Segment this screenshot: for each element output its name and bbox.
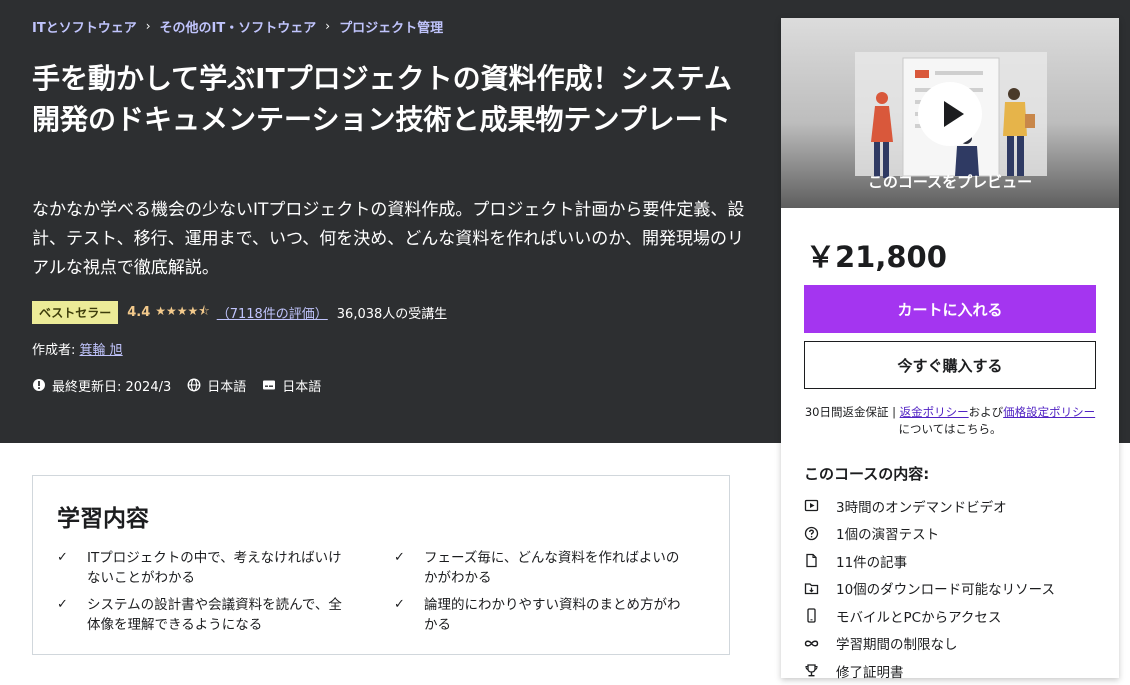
file-icon — [806, 554, 817, 568]
chevron-right-icon: › — [325, 19, 331, 33]
learn-item: ✓ システムの設計書や会議資料を読んで、全体像を理解できるようになる — [57, 595, 347, 635]
caption-language-text: 日本語 — [282, 379, 322, 395]
download-folder-icon — [804, 583, 819, 594]
learn-item-text: フェーズ毎に、どんな資料を作ればよいのかがわかる — [424, 550, 680, 586]
add-to-cart-button[interactable]: カートに入れる — [804, 285, 1096, 333]
course-preview[interactable]: このコースをプレビュー — [781, 18, 1119, 208]
video-icon — [804, 500, 819, 512]
learn-item-text: システムの設計書や会議資料を読んで、全体像を理解できるようになる — [87, 597, 342, 633]
learn-title: 学習内容 — [57, 506, 149, 532]
includes-title: このコースの内容: — [804, 465, 930, 483]
creator-line: 作成者: 箕輪 旭 — [32, 339, 123, 358]
list-item: モバイルとPCからアクセス — [804, 602, 1055, 630]
breadcrumb-item-other-it-software[interactable]: その他のIT・ソフトウェア — [160, 17, 317, 36]
what-you-will-learn: 学習内容 ✓ ITプロジェクトの中で、考えなければいけないことがわかる ✓ フェ… — [32, 475, 730, 655]
list-item: 1個の演習テスト — [804, 520, 1055, 548]
learn-item: ✓ ITプロジェクトの中で、考えなければいけないことがわかる — [57, 548, 347, 588]
rating-count-link[interactable]: （7118件の評価） — [217, 303, 328, 322]
play-icon — [944, 101, 964, 127]
list-item: 11件の記事 — [804, 547, 1055, 575]
and-text: および — [968, 405, 1004, 419]
creator-label: 作成者: — [32, 343, 80, 358]
list-item: 10個のダウンロード可能なリソース — [804, 575, 1055, 603]
include-label: 修了証明書 — [836, 664, 904, 681]
course-title: 手を動かして学ぶITプロジェクトの資料作成！システム開発のドキュメンテーション技… — [32, 62, 732, 136]
breadcrumb-item-project-management[interactable]: プロジェクト管理 — [339, 17, 443, 36]
list-item: 修了証明書 — [804, 657, 1055, 685]
student-count: 36,038人の受講生 — [336, 306, 448, 322]
creator-link[interactable]: 箕輪 旭 — [80, 343, 123, 358]
play-button[interactable] — [918, 82, 982, 146]
infinity-icon — [804, 640, 819, 647]
preview-label: このコースをプレビュー — [867, 173, 1033, 191]
check-icon: ✓ — [394, 550, 405, 565]
last-updated: 最終更新日: 2024/3 — [32, 376, 171, 395]
pricing-policy-link[interactable]: 価格設定ポリシー — [1003, 405, 1095, 419]
mobile-icon — [807, 608, 816, 623]
language: 日本語 — [187, 376, 246, 395]
learn-item-text: 論理的にわかりやすい資料のまとめ方がわかる — [424, 597, 681, 633]
bestseller-badge: ベストセラー — [32, 300, 119, 324]
money-back-guarantee: 30日間返金保証 | 返金ポリシーおよび価格設定ポリシーについてはこちら。 — [801, 404, 1099, 438]
course-price: ￥21,800 — [806, 240, 947, 274]
rating-row: ベストセラー 4.4 ★★★★⯪ （7118件の評価） 36,038人の受講生 — [32, 300, 448, 324]
includes-list: 3時間のオンデマンドビデオ 1個の演習テスト 11件の記事 10個のダウンロード… — [804, 492, 1055, 685]
course-meta: 最終更新日: 2024/3 日本語 日本語 — [32, 375, 337, 395]
buy-now-button[interactable]: 今すぐ購入する — [804, 341, 1096, 389]
trophy-icon — [805, 664, 818, 677]
purchase-sidebar: このコースをプレビュー ￥21,800 カートに入れる 今すぐ購入する 30日間… — [781, 18, 1119, 681]
about-text: についてはこちら。 — [898, 422, 1002, 436]
star-rating-icon: ★★★★⯪ — [155, 303, 210, 318]
chevron-right-icon: › — [145, 19, 151, 33]
include-label: 学習期間の制限なし — [836, 637, 958, 654]
breadcrumb-item-it-software[interactable]: ITとソフトウェア — [32, 17, 137, 36]
breadcrumb: ITとソフトウェア › その他のIT・ソフトウェア › プロジェクト管理 — [32, 16, 443, 36]
list-item: 3時間のオンデマンドビデオ — [804, 492, 1055, 520]
guarantee-text: 30日間返金保証 | — [804, 405, 900, 419]
rating-value: 4.4 — [127, 304, 151, 320]
globe-icon — [187, 378, 201, 392]
list-item: 学習期間の制限なし — [804, 630, 1055, 658]
captions: 日本語 — [262, 376, 321, 395]
include-label: 1個の演習テスト — [836, 527, 940, 544]
refund-policy-link[interactable]: 返金ポリシー — [900, 405, 969, 419]
check-icon: ✓ — [57, 597, 68, 612]
language-text: 日本語 — [207, 379, 247, 395]
include-label: 11件の記事 — [836, 554, 908, 571]
include-label: 10個のダウンロード可能なリソース — [836, 582, 1056, 599]
learn-item: ✓ フェーズ毎に、どんな資料を作ればよいのかがわかる — [394, 548, 684, 588]
include-label: 3時間のオンデマンドビデオ — [836, 499, 1007, 516]
last-updated-text: 最終更新日: 2024/3 — [52, 379, 172, 395]
captions-icon — [263, 380, 276, 390]
alert-badge-icon — [33, 379, 45, 391]
course-subtitle: なかなか学べる機会の少ないITプロジェクトの資料作成。プロジェクト計画から要件定… — [32, 200, 745, 278]
learn-item-text: ITプロジェクトの中で、考えなければいけないことがわかる — [87, 550, 342, 586]
learn-item: ✓ 論理的にわかりやすい資料のまとめ方がわかる — [394, 595, 684, 635]
check-icon: ✓ — [394, 597, 405, 612]
quiz-icon — [804, 526, 819, 540]
include-label: モバイルとPCからアクセス — [836, 609, 1002, 626]
check-icon: ✓ — [57, 550, 68, 565]
